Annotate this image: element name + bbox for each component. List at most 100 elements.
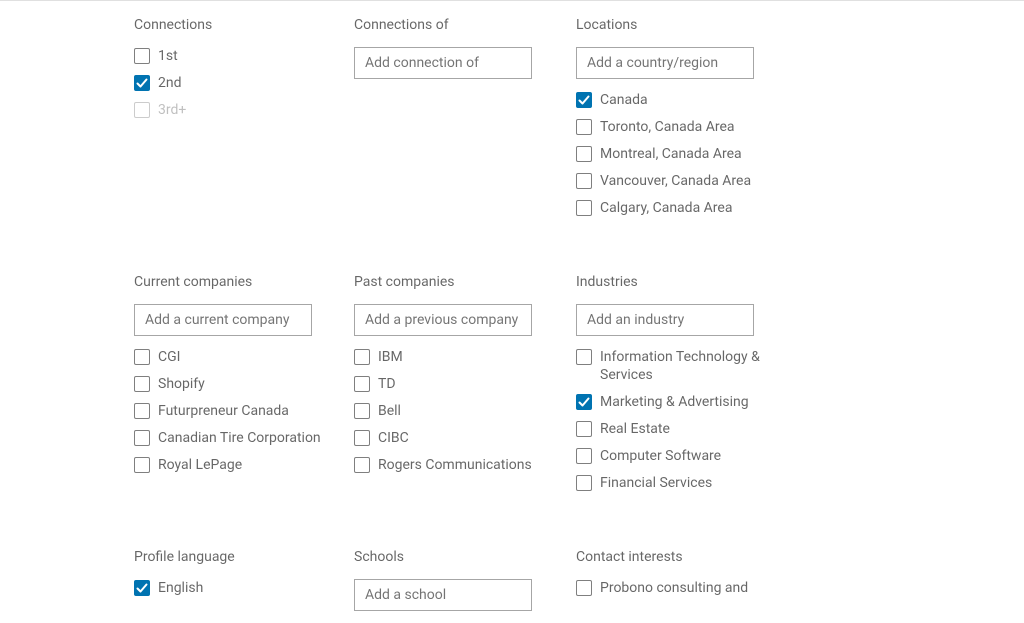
- checkbox-icon: [134, 376, 150, 392]
- past-companies-heading: Past companies: [354, 274, 576, 290]
- filter-option[interactable]: Rogers Communications: [354, 456, 576, 474]
- filter-option-label: Real Estate: [600, 420, 670, 438]
- locations-input[interactable]: [576, 47, 754, 79]
- filter-option-label: Financial Services: [600, 474, 712, 492]
- checkbox-icon: [576, 580, 592, 596]
- current-companies-list: CGI Shopify Futurpreneur Canada Canadian Ti…: [134, 348, 354, 474]
- checkbox-icon: [134, 102, 150, 118]
- contact-interests-list: Probono consulting and: [576, 579, 796, 597]
- filter-option[interactable]: Vancouver, Canada Area: [576, 172, 796, 190]
- checkbox-icon: [576, 421, 592, 437]
- filter-option-label: 3rd+: [158, 101, 186, 119]
- checkbox-icon: [576, 119, 592, 135]
- industries-section: Industries Information Technology & Serv…: [576, 274, 796, 501]
- contact-interests-section: Contact interests Probono consulting and: [576, 549, 796, 623]
- filter-option[interactable]: Bell: [354, 402, 576, 420]
- filter-option[interactable]: Toronto, Canada Area: [576, 118, 796, 136]
- contact-interests-heading: Contact interests: [576, 549, 796, 565]
- profile-language-list: English: [134, 579, 354, 597]
- checkbox-icon: [354, 403, 370, 419]
- locations-heading: Locations: [576, 17, 796, 33]
- connections-section: Connections 1st 2nd 3rd+: [134, 17, 354, 226]
- connections-heading: Connections: [134, 17, 354, 33]
- filter-row-1: Connections 1st 2nd 3rd+ Connections of Lo…: [134, 17, 1024, 226]
- checkbox-icon: [576, 349, 592, 365]
- filter-option[interactable]: CGI: [134, 348, 354, 366]
- filter-option[interactable]: English: [134, 579, 354, 597]
- filter-option[interactable]: Calgary, Canada Area: [576, 199, 796, 217]
- checkbox-icon: [134, 580, 150, 596]
- filter-option[interactable]: Canada: [576, 91, 796, 109]
- filter-option[interactable]: Montreal, Canada Area: [576, 145, 796, 163]
- checkbox-icon: [134, 75, 150, 91]
- filter-option-label: IBM: [378, 348, 403, 366]
- filter-option-label: Information Technology & Services: [600, 348, 796, 384]
- filter-option-label: Bell: [378, 402, 401, 420]
- filter-option-label: Shopify: [158, 375, 205, 393]
- checkbox-icon: [576, 200, 592, 216]
- filter-option-label: Canada: [600, 91, 648, 109]
- filter-option-label: CIBC: [378, 429, 409, 447]
- checkbox-icon: [576, 92, 592, 108]
- filter-option[interactable]: Computer Software: [576, 447, 796, 465]
- industries-input[interactable]: [576, 304, 754, 336]
- current-companies-input[interactable]: [134, 304, 312, 336]
- profile-language-section: Profile language English: [134, 549, 354, 623]
- industries-list: Information Technology & Services Marketi…: [576, 348, 796, 492]
- filter-option-label: Vancouver, Canada Area: [600, 172, 751, 190]
- checkbox-icon: [576, 146, 592, 162]
- checkbox-icon: [134, 349, 150, 365]
- schools-heading: Schools: [354, 549, 576, 565]
- checkbox-icon: [576, 475, 592, 491]
- checkbox-icon: [576, 448, 592, 464]
- filter-option[interactable]: Financial Services: [576, 474, 796, 492]
- filter-option: 3rd+: [134, 101, 354, 119]
- schools-input[interactable]: [354, 579, 532, 611]
- filter-option[interactable]: 1st: [134, 47, 354, 65]
- filter-option-label: English: [158, 579, 203, 597]
- filter-option[interactable]: TD: [354, 375, 576, 393]
- filter-option-label: Marketing & Advertising: [600, 393, 749, 411]
- filter-option[interactable]: Canadian Tire Corporation: [134, 429, 354, 447]
- profile-language-heading: Profile language: [134, 549, 354, 565]
- checkbox-icon: [354, 376, 370, 392]
- filter-option-label: 2nd: [158, 74, 182, 92]
- filter-option-label: Rogers Communications: [378, 456, 532, 474]
- filter-option-label: Canadian Tire Corporation: [158, 429, 321, 447]
- filter-option[interactable]: Marketing & Advertising: [576, 393, 796, 411]
- filter-option-label: Calgary, Canada Area: [600, 199, 732, 217]
- schools-section: Schools: [354, 549, 576, 623]
- filters-container: Connections 1st 2nd 3rd+ Connections of Lo…: [0, 5, 1024, 623]
- locations-section: Locations Canada Toronto, Canada Area Mont…: [576, 17, 796, 226]
- checkbox-icon: [576, 173, 592, 189]
- filter-option[interactable]: CIBC: [354, 429, 576, 447]
- connections-of-input[interactable]: [354, 47, 532, 79]
- filter-option[interactable]: Royal LePage: [134, 456, 354, 474]
- filter-option-label: CGI: [158, 348, 180, 366]
- current-companies-section: Current companies CGIShopifyFuturpreneur…: [134, 274, 354, 501]
- filter-option-label: Toronto, Canada Area: [600, 118, 734, 136]
- past-companies-input[interactable]: [354, 304, 532, 336]
- checkbox-icon: [134, 403, 150, 419]
- past-companies-list: IBM TD Bell CIBC Rogers Communications: [354, 348, 576, 474]
- filter-option-label: 1st: [158, 47, 178, 65]
- filter-option[interactable]: Futurpreneur Canada: [134, 402, 354, 420]
- filter-option-label: Computer Software: [600, 447, 721, 465]
- filter-row-2: Current companies CGIShopifyFuturpreneur…: [134, 274, 1024, 501]
- filter-option[interactable]: 2nd: [134, 74, 354, 92]
- past-companies-section: Past companies IBM TD Bell CIBC Rogers Commu…: [354, 274, 576, 501]
- filter-option[interactable]: Real Estate: [576, 420, 796, 438]
- checkbox-icon: [354, 457, 370, 473]
- checkbox-icon: [134, 457, 150, 473]
- filter-option[interactable]: Shopify: [134, 375, 354, 393]
- filter-option-label: TD: [378, 375, 396, 393]
- filter-option[interactable]: IBM: [354, 348, 576, 366]
- connections-of-section: Connections of: [354, 17, 576, 226]
- filter-option-label: Montreal, Canada Area: [600, 145, 742, 163]
- filter-row-3: Profile language English Schools Contact…: [134, 549, 1024, 623]
- checkbox-icon: [354, 349, 370, 365]
- checkbox-icon: [576, 394, 592, 410]
- filter-option[interactable]: Probono consulting and: [576, 579, 796, 597]
- connections-list: 1st 2nd 3rd+: [134, 47, 354, 119]
- filter-option[interactable]: Information Technology & Services: [576, 348, 796, 384]
